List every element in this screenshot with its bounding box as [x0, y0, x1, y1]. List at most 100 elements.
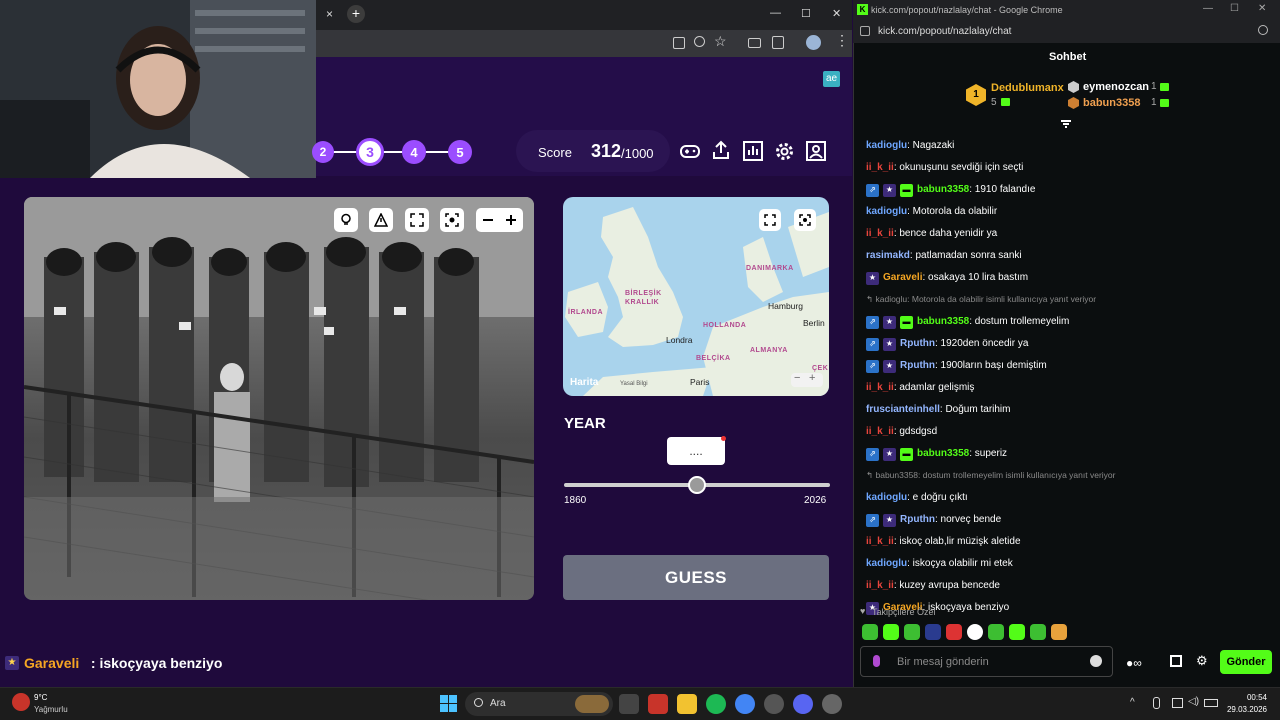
expand-chevron-icon[interactable] [1060, 119, 1072, 129]
profile-icon[interactable] [806, 141, 826, 161]
settings-app-icon[interactable] [822, 694, 842, 714]
chat-username[interactable]: kadioglu [866, 205, 907, 219]
chat-input-box[interactable]: Bir mesaj gönderin [860, 646, 1113, 677]
hint-lightbulb-button[interactable] [334, 208, 358, 232]
chat-username[interactable]: Rputhn [900, 359, 935, 373]
translate-icon[interactable] [673, 37, 685, 49]
send-button[interactable]: Gönder [1220, 650, 1272, 674]
chat-username[interactable]: ii_k_ii [866, 425, 894, 439]
report-warning-button[interactable] [369, 208, 393, 232]
volume-icon[interactable]: ◁) [1188, 696, 1199, 707]
chat-username[interactable]: ii_k_ii [866, 579, 894, 593]
chat-minimize-button[interactable]: — [1203, 3, 1213, 14]
window-minimize-button[interactable]: — [770, 7, 781, 19]
chat-username[interactable]: kadioglu [866, 491, 907, 505]
microphone-icon[interactable] [873, 655, 880, 667]
chat-username[interactable]: Rputhn [900, 337, 935, 351]
taskbar-search[interactable]: Ara [465, 692, 613, 716]
weather-icon[interactable] [12, 693, 30, 711]
chrome-icon[interactable] [735, 694, 755, 714]
map-focus-button[interactable] [794, 209, 816, 231]
window-close-button[interactable]: ✕ [832, 7, 841, 20]
stats-icon[interactable] [743, 141, 763, 161]
site-info-icon[interactable] [860, 26, 870, 36]
year-input[interactable]: .... [667, 437, 725, 465]
chat-username[interactable]: babun3358 [917, 183, 969, 197]
map-zoom-out-button[interactable]: − [794, 372, 800, 384]
emote-icon[interactable] [925, 624, 941, 640]
year-label: YEAR [564, 415, 606, 432]
map-zoom-in-button[interactable]: + [809, 372, 815, 384]
chat-username[interactable]: babun3358 [917, 315, 969, 329]
fullscreen-button[interactable] [405, 208, 429, 232]
guess-map[interactable]: BİRLEŞİK KRALLIK İRLANDA DANIMARKA HOLLA… [563, 197, 829, 396]
emote-icon[interactable] [988, 624, 1004, 640]
more-menu-icon[interactable]: ⋮ [835, 32, 849, 49]
chat-username[interactable]: Garaveli [883, 271, 922, 285]
chat-close-button[interactable]: ✕ [1258, 3, 1266, 14]
emote-icon[interactable] [862, 624, 878, 640]
share-icon[interactable] [712, 140, 730, 160]
emote-icon[interactable] [1051, 624, 1067, 640]
points-icon[interactable]: ●∞ [1126, 656, 1142, 670]
guess-button[interactable]: GUESS [563, 555, 829, 600]
windows-start-icon[interactable] [440, 695, 457, 712]
app-icon[interactable] [764, 694, 784, 714]
emote-icon[interactable] [883, 624, 899, 640]
app-p-icon[interactable] [648, 694, 668, 714]
gamepad-icon[interactable] [680, 142, 700, 160]
map-legal-link[interactable]: Yasal Bilgi [620, 381, 648, 387]
map-fullscreen-button[interactable] [759, 209, 781, 231]
profile-avatar[interactable] [806, 35, 821, 50]
task-view-icon[interactable] [619, 694, 639, 714]
year-slider-thumb[interactable] [688, 476, 706, 494]
clock-time[interactable]: 00:54 [1229, 693, 1267, 702]
clock-date[interactable]: 29.03.2026 [1223, 705, 1267, 714]
extensions-icon[interactable] [772, 36, 784, 49]
gift-icon [1160, 83, 1169, 91]
chat-maximize-button[interactable]: ☐ [1230, 3, 1239, 14]
chat-username[interactable]: ii_k_ii [866, 381, 894, 395]
file-explorer-icon[interactable] [677, 694, 697, 714]
chat-username[interactable]: kadioglu [866, 139, 907, 153]
leaderboard-third-name[interactable]: babun3358 [1083, 97, 1140, 109]
store-icon[interactable] [1170, 655, 1182, 667]
window-maximize-button[interactable]: ☐ [801, 7, 811, 20]
tray-chevron-icon[interactable]: ^ [1130, 697, 1135, 708]
network-icon[interactable] [1172, 698, 1183, 708]
chat-username[interactable]: ii_k_ii [866, 227, 894, 241]
spotify-icon[interactable] [706, 694, 726, 714]
emoji-icon[interactable] [1090, 655, 1102, 667]
emote-icon[interactable] [1030, 624, 1046, 640]
discord-icon[interactable] [793, 694, 813, 714]
chat-address-bar[interactable]: kick.com/popout/nazlalay/chat [853, 20, 1280, 43]
chat-username[interactable]: kadioglu [866, 557, 907, 571]
media-icon[interactable] [748, 38, 761, 48]
leaderboard-second-name[interactable]: eymenozcan [1083, 81, 1149, 93]
emote-icon[interactable] [946, 624, 962, 640]
emote-icon[interactable] [904, 624, 920, 640]
bookmark-star-icon[interactable]: ☆ [714, 33, 727, 50]
emote-icon[interactable] [967, 624, 983, 640]
chat-username[interactable]: babun3358 [917, 447, 969, 461]
chat-message: ★ Garaveli: osakaya 10 lira bastım [866, 271, 1028, 285]
windows-taskbar [0, 687, 1280, 720]
settings-gear-icon[interactable] [774, 141, 795, 162]
chat-username[interactable]: Rputhn [900, 513, 935, 527]
search-icon[interactable] [1258, 25, 1268, 35]
zoom-out-button[interactable] [476, 208, 500, 232]
chat-username[interactable]: fruscianteinhell [866, 403, 940, 417]
chat-settings-icon[interactable]: ⚙ [1196, 653, 1208, 669]
emote-icon[interactable] [1009, 624, 1025, 640]
chat-username[interactable]: ii_k_ii [866, 161, 894, 175]
zoom-in-button[interactable] [499, 208, 523, 232]
leaderboard-first-name[interactable]: Dedublumanx [991, 82, 1064, 94]
focus-button[interactable] [440, 208, 464, 232]
tab-close-button[interactable]: × [326, 7, 333, 21]
battery-icon[interactable] [1204, 699, 1218, 707]
new-tab-button[interactable]: + [347, 5, 365, 23]
chat-username[interactable]: rasimakd [866, 249, 910, 263]
microphone-tray-icon[interactable] [1153, 697, 1160, 709]
chat-username[interactable]: ii_k_ii [866, 535, 894, 549]
zoom-icon[interactable] [694, 36, 705, 47]
